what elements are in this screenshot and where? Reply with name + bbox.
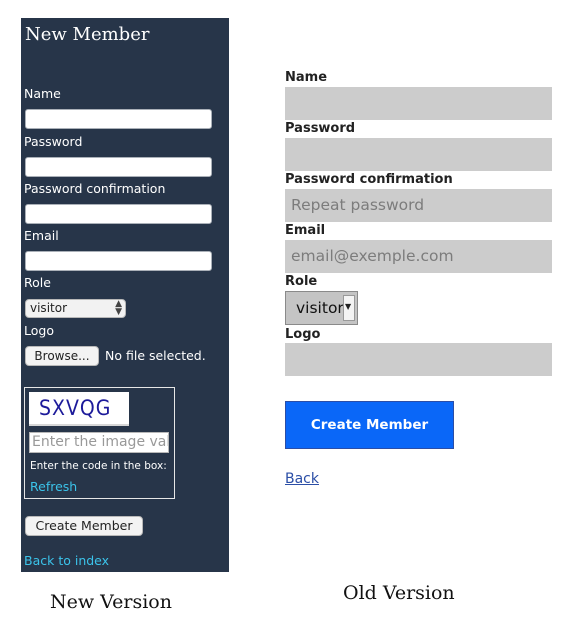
password-confirmation-field[interactable]: Repeat password xyxy=(285,189,552,222)
logo-label: Logo xyxy=(24,323,54,338)
captcha-box: SXVQG Enter the image value Enter the co… xyxy=(24,387,175,499)
page-title: New Member xyxy=(25,24,150,45)
create-member-button[interactable]: Create Member xyxy=(25,516,143,536)
password-field[interactable] xyxy=(285,138,552,171)
role-select[interactable]: visitor ▲ ▼ xyxy=(25,299,126,318)
no-file-text: No file selected. xyxy=(105,348,206,363)
logo-label: Logo xyxy=(285,327,321,342)
email-field[interactable]: email@exemple.com xyxy=(285,240,552,273)
old-version-caption: Old Version xyxy=(343,582,455,604)
email-label: Email xyxy=(24,228,59,243)
role-label: Role xyxy=(285,274,318,289)
name-label: Name xyxy=(285,70,328,85)
name-field[interactable] xyxy=(285,87,552,120)
back-link[interactable]: Back xyxy=(285,471,319,487)
role-label: Role xyxy=(24,275,51,290)
role-select-value: visitor xyxy=(296,299,344,317)
password-label: Password xyxy=(24,134,83,149)
password-confirmation-label: Password confirmation xyxy=(24,181,166,196)
password-field[interactable] xyxy=(25,157,212,177)
new-version-panel: New Member Name Password Password confir… xyxy=(21,18,229,572)
role-select[interactable]: visitor ▼ xyxy=(285,291,358,325)
name-field[interactable] xyxy=(25,109,212,129)
new-version-caption: New Version xyxy=(50,591,172,613)
up-down-arrows-icon: ▲ ▼ xyxy=(115,299,122,317)
captcha-hint: Enter the code in the box: xyxy=(30,460,167,472)
password-label: Password xyxy=(285,121,356,136)
email-field[interactable] xyxy=(25,251,212,271)
back-to-index-link[interactable]: Back to index xyxy=(24,553,109,568)
name-label: Name xyxy=(24,86,61,101)
role-select-value: visitor xyxy=(30,301,68,315)
logo-field[interactable] xyxy=(285,343,552,376)
browse-button[interactable]: Browse... xyxy=(25,346,99,366)
old-version-panel: Name Password Password confirmation Repe… xyxy=(285,66,552,506)
password-confirmation-field[interactable] xyxy=(25,204,212,224)
captcha-image: SXVQG xyxy=(29,392,129,426)
create-member-button[interactable]: Create Member xyxy=(285,401,454,449)
email-label: Email xyxy=(285,223,326,238)
refresh-link[interactable]: Refresh xyxy=(30,479,77,494)
captcha-input[interactable]: Enter the image value xyxy=(29,432,169,453)
dropdown-button[interactable]: ▼ xyxy=(343,295,355,321)
password-confirmation-label: Password confirmation xyxy=(285,172,453,187)
chevron-down-icon: ▼ xyxy=(345,302,352,311)
